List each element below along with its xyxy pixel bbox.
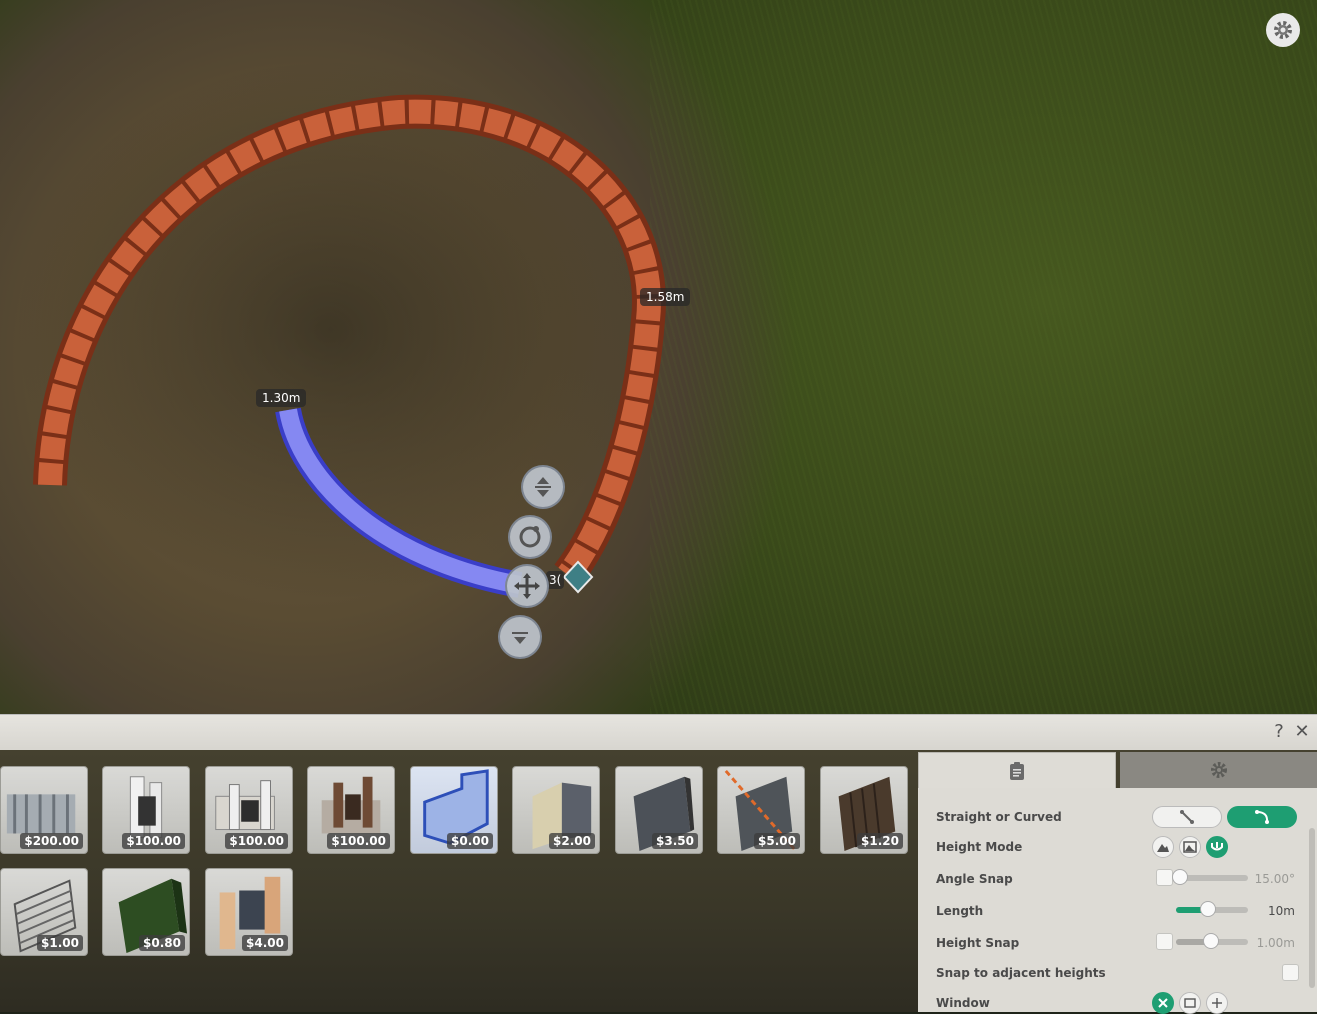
item-price: $1.20: [857, 833, 903, 849]
split-icon: [1212, 998, 1222, 1008]
catalog-item-1[interactable]: $100.00: [102, 766, 190, 854]
item-price: $3.50: [652, 833, 698, 849]
options-scrollbar[interactable]: [1309, 828, 1315, 988]
item-price: $0.80: [139, 935, 185, 951]
vertical-move-gizmo[interactable]: [521, 465, 565, 509]
catalog-item-0[interactable]: $200.00: [0, 766, 88, 854]
close-button[interactable]: ✕: [1291, 721, 1313, 743]
lower-icon: [512, 632, 528, 644]
angle-snap-slider[interactable]: [1171, 869, 1248, 885]
snap-adjacent-checkbox[interactable]: [1282, 964, 1299, 981]
catalog-item-2[interactable]: $100.00: [205, 766, 293, 854]
options-body: Straight or Curved Height Mode Angle Sna…: [918, 788, 1317, 1014]
gear-icon: [1210, 762, 1227, 778]
length-slider[interactable]: [1176, 901, 1248, 917]
build-panel-header: ? ✕: [0, 714, 1317, 751]
close-icon: [1158, 998, 1168, 1008]
window-icon: [1184, 998, 1196, 1008]
rotate-icon: [519, 526, 541, 548]
mountain-icon: [1157, 844, 1169, 852]
item-price: $2.00: [549, 833, 595, 849]
move-icon: [514, 573, 540, 599]
angle-snap-value: 15.00°: [1254, 872, 1295, 886]
angle-snap-label: Angle Snap: [936, 872, 1013, 886]
item-price: $5.00: [754, 833, 800, 849]
gear-icon: [1274, 21, 1292, 39]
catalog-item-4[interactable]: $0.00: [410, 766, 498, 854]
window-none-button[interactable]: [1152, 992, 1174, 1014]
rotate-gizmo[interactable]: [508, 515, 552, 559]
catalog-item-6[interactable]: $3.50: [615, 766, 703, 854]
item-price: $200.00: [20, 833, 83, 849]
window-split-button[interactable]: [1206, 992, 1228, 1014]
snap-down-icon: [1211, 842, 1223, 851]
straight-line-icon: [1180, 810, 1194, 824]
length-value: 10m: [1268, 904, 1295, 918]
vertical-move-icon: [535, 477, 551, 497]
height-snap-knob[interactable]: [1202, 933, 1219, 949]
lower-gizmo[interactable]: [498, 615, 542, 659]
length-knob[interactable]: [1200, 901, 1217, 917]
angle-snap-knob[interactable]: [1171, 869, 1188, 885]
measure-label-right: 1.58m: [640, 288, 691, 306]
catalog-item-8[interactable]: $1.20: [820, 766, 908, 854]
angle-snap-checkbox[interactable]: [1156, 869, 1173, 886]
item-price: $1.00: [37, 935, 83, 951]
item-price: $100.00: [225, 833, 288, 849]
height-mode-terrain-button[interactable]: [1152, 836, 1174, 858]
height-mode-snap-button[interactable]: [1206, 836, 1228, 858]
catalog-item-3[interactable]: $100.00: [307, 766, 395, 854]
height-snap-checkbox[interactable]: [1156, 933, 1173, 950]
item-price: $0.00: [447, 833, 493, 849]
game-viewport[interactable]: 1.30m 1.58m 3(: [0, 0, 1317, 714]
item-price: $100.00: [327, 833, 390, 849]
curved-line-icon: [1255, 810, 1269, 824]
item-price: $100.00: [122, 833, 185, 849]
options-panel: Straight or Curved Height Mode Angle Sna…: [918, 752, 1317, 1014]
catalog-item-10[interactable]: $0.80: [102, 868, 190, 956]
snap-adjacent-label: Snap to adjacent heights: [936, 966, 1106, 980]
clipboard-icon: [1010, 761, 1024, 780]
height-snap-slider[interactable]: [1176, 933, 1248, 949]
window-label: Window: [936, 996, 990, 1010]
height-snap-value: 1.00m: [1256, 936, 1295, 950]
tab-info[interactable]: [918, 752, 1116, 788]
window-option-button[interactable]: [1179, 992, 1201, 1014]
straight-mode-button[interactable]: [1152, 806, 1222, 828]
length-label: Length: [936, 904, 984, 918]
preview-wall-arc: [275, 407, 523, 598]
scene-drawing: [33, 94, 666, 598]
item-price: $4.00: [242, 935, 288, 951]
catalog-item-7[interactable]: $5.00: [717, 766, 805, 854]
move-gizmo[interactable]: [505, 564, 549, 608]
tab-settings[interactable]: [1120, 752, 1317, 788]
game-settings-button[interactable]: [1266, 13, 1300, 47]
straight-or-curved-label: Straight or Curved: [936, 810, 1062, 824]
help-button[interactable]: ?: [1268, 721, 1290, 743]
height-snap-label: Height Snap: [936, 936, 1020, 950]
height-mode-flat-button[interactable]: [1179, 836, 1201, 858]
curved-mode-button[interactable]: [1227, 806, 1297, 828]
measure-label-left: 1.30m: [256, 389, 307, 407]
catalog-item-11[interactable]: $4.00: [205, 868, 293, 956]
image-terrain-icon: [1183, 841, 1197, 853]
height-mode-label: Height Mode: [936, 840, 1023, 854]
catalog-item-9[interactable]: $1.00: [0, 868, 88, 956]
catalog-item-5[interactable]: $2.00: [512, 766, 600, 854]
